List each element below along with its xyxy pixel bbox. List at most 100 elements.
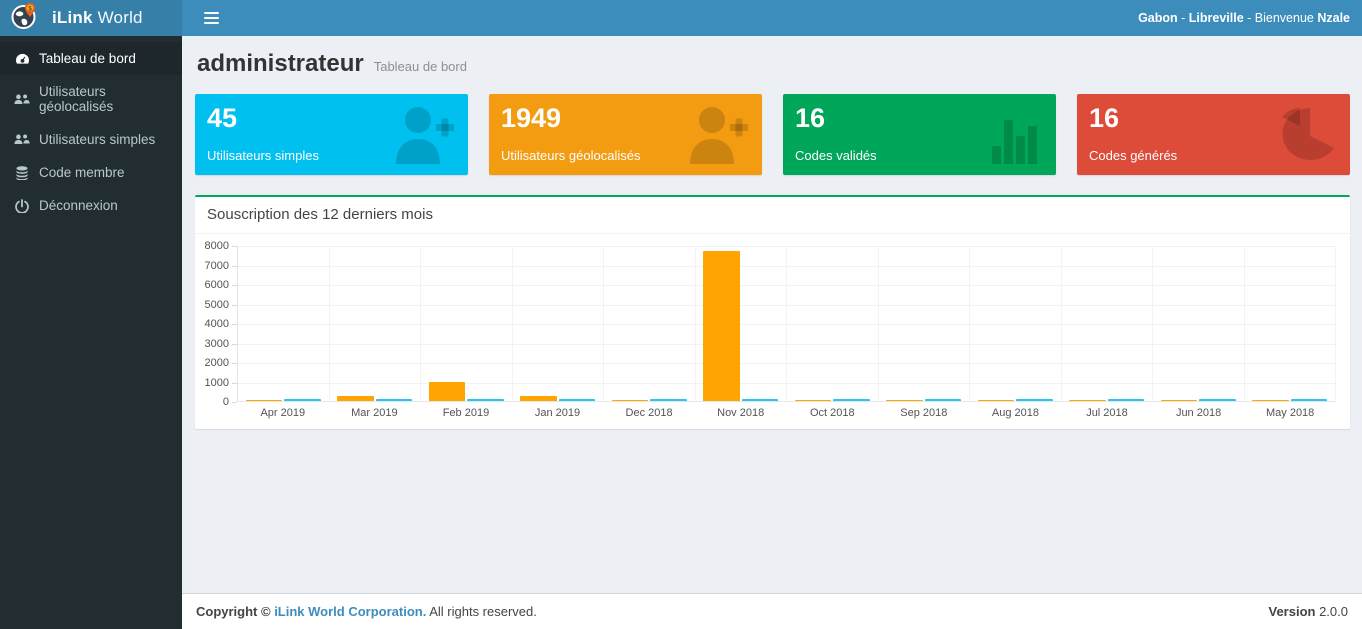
globe-pin-logo-icon: $ xyxy=(10,1,40,36)
bar-souscriptions-orange xyxy=(1252,400,1288,402)
chart-panel-header: Souscription des 12 derniers mois xyxy=(195,197,1350,234)
version-text: Version 2.0.0 xyxy=(1269,604,1349,619)
x-tick-label: Jul 2018 xyxy=(1061,407,1153,419)
x-tick-label: Jan 2019 xyxy=(512,407,604,419)
sidebar-item-label: Tableau de bord xyxy=(39,51,136,66)
users-icon xyxy=(14,133,30,146)
bar-souscriptions-blue xyxy=(1199,399,1235,401)
bar-group-aug-2018 xyxy=(970,246,1062,401)
bar-group-sep-2018 xyxy=(879,246,971,401)
chart-y-axis: 010002000300040005000600070008000 xyxy=(203,246,237,402)
bar-souscriptions-orange xyxy=(520,396,556,401)
bar-souscriptions-orange xyxy=(703,251,739,401)
pie-chart-icon xyxy=(1276,106,1338,169)
y-tick-label: 6000 xyxy=(205,279,229,291)
user-plus-icon xyxy=(384,102,456,169)
stat-card-utilisateurs-g-olocalis-s: 1949Utilisateurs géolocalisés xyxy=(489,94,762,175)
bar-chart-icon xyxy=(988,106,1044,169)
bar-souscriptions-blue xyxy=(833,399,869,401)
x-tick-label: Sep 2018 xyxy=(878,407,970,419)
sidebar-item-tableau-de-bord[interactable]: Tableau de bord xyxy=(0,42,182,75)
main-content: administrateur Tableau de bord 45Utilisa… xyxy=(182,36,1362,593)
chart-x-axis: Apr 2019Mar 2019Feb 2019Jan 2019Dec 2018… xyxy=(237,407,1336,419)
sidebar-item-d-connexion[interactable]: Déconnexion xyxy=(0,189,182,222)
copyright-text: Copyright © iLink World Corporation. All… xyxy=(196,604,537,619)
hamburger-icon xyxy=(204,12,219,14)
bar-souscriptions-blue xyxy=(376,399,412,401)
y-tick-label: 1000 xyxy=(205,377,229,389)
svg-text:$: $ xyxy=(28,5,32,12)
bar-chart: 0 1000 2000 3000 4000 5000 6000 7000 8000 Apr 20… xyxy=(195,234,1350,429)
y-tick-label: 0 xyxy=(223,396,229,408)
bar-group-oct-2018 xyxy=(787,246,879,401)
sidebar-menu: Tableau de bord Utilisateurs géolocalisés… xyxy=(0,36,182,222)
company-link[interactable]: iLink World Corporation. xyxy=(274,604,426,619)
x-tick-label: May 2018 xyxy=(1244,407,1336,419)
navbar: Gabon - Libreville - Bienvenue Nzale xyxy=(182,0,1362,36)
stat-card-utilisateurs-simples: 45Utilisateurs simples xyxy=(195,94,468,175)
top-bar: $ iLink World Gabon - Libreville - Bienv… xyxy=(0,0,1362,36)
chart-plot xyxy=(237,246,1336,402)
bar-group-jul-2018 xyxy=(1062,246,1154,401)
sidebar-item-utilisateurs-g-olocalis-s[interactable]: Utilisateurs géolocalisés xyxy=(0,75,182,123)
dashboard-icon xyxy=(14,52,30,65)
bar-group-jun-2018 xyxy=(1153,246,1245,401)
bar-group-jan-2019 xyxy=(513,246,605,401)
brand-name: iLink World xyxy=(52,8,143,28)
bar-souscriptions-orange xyxy=(886,400,922,402)
bar-souscriptions-blue xyxy=(925,399,961,401)
stat-card-codes-valid-s: 16Codes validés xyxy=(783,94,1056,175)
power-icon xyxy=(14,199,30,213)
x-tick-label: Aug 2018 xyxy=(970,407,1062,419)
bar-souscriptions-blue xyxy=(559,399,595,401)
y-tick-label: 5000 xyxy=(205,299,229,311)
y-tick-label: 3000 xyxy=(205,338,229,350)
x-tick-label: Feb 2019 xyxy=(420,407,512,419)
sidebar-item-utilisateurs-simples[interactable]: Utilisateurs simples xyxy=(0,123,182,156)
bar-group-dec-2018 xyxy=(604,246,696,401)
bar-souscriptions-blue xyxy=(467,399,503,401)
database-icon xyxy=(14,166,30,180)
bar-group-nov-2018 xyxy=(696,246,788,401)
brand-logo[interactable]: $ iLink World xyxy=(0,0,182,36)
sidebar-item-label: Déconnexion xyxy=(39,198,118,213)
chart-panel: Souscription des 12 derniers mois 0 1000 2… xyxy=(195,195,1350,429)
y-tick-label: 8000 xyxy=(205,240,229,252)
bar-souscriptions-orange xyxy=(429,382,465,402)
sidebar-item-label: Utilisateurs géolocalisés xyxy=(39,84,168,114)
x-tick-label: Oct 2018 xyxy=(786,407,878,419)
page-subtitle: Tableau de bord xyxy=(374,59,467,74)
bar-group-mar-2019 xyxy=(330,246,422,401)
x-tick-label: Dec 2018 xyxy=(603,407,695,419)
bar-souscriptions-orange xyxy=(1069,400,1105,402)
footer: Copyright © iLink World Corporation. All… xyxy=(182,593,1362,629)
y-tick-label: 4000 xyxy=(205,318,229,330)
sidebar-toggle-button[interactable] xyxy=(194,0,228,36)
bar-souscriptions-blue xyxy=(650,399,686,401)
y-tick-label: 2000 xyxy=(205,357,229,369)
bar-souscriptions-blue xyxy=(1016,399,1052,401)
bar-group-may-2018 xyxy=(1245,246,1337,401)
bar-souscriptions-orange xyxy=(795,400,831,402)
bar-souscriptions-orange xyxy=(612,400,648,402)
bar-souscriptions-blue xyxy=(1108,399,1144,401)
user-plus-icon xyxy=(678,102,750,169)
y-tick-mark xyxy=(232,402,237,403)
stat-card-codes-g-n-r-s: 16Codes générés xyxy=(1077,94,1350,175)
y-tick-label: 7000 xyxy=(205,260,229,272)
bar-group-apr-2019 xyxy=(238,246,330,401)
sidebar-item-code-membre[interactable]: Code membre xyxy=(0,156,182,189)
bar-souscriptions-orange xyxy=(1161,400,1197,402)
users-icon xyxy=(14,93,30,106)
bar-souscriptions-blue xyxy=(1291,399,1327,401)
bar-souscriptions-orange xyxy=(337,396,373,401)
bar-group-feb-2019 xyxy=(421,246,513,401)
sidebar: Tableau de bord Utilisateurs géolocalisés… xyxy=(0,36,182,629)
x-tick-label: Jun 2018 xyxy=(1153,407,1245,419)
x-tick-label: Nov 2018 xyxy=(695,407,787,419)
bar-souscriptions-blue xyxy=(742,399,778,401)
page-title: administrateur xyxy=(197,50,364,78)
content-header: administrateur Tableau de bord xyxy=(197,50,1348,78)
bar-souscriptions-orange xyxy=(246,400,282,402)
stat-cards-row: 45Utilisateurs simples 1949Utilisateurs g… xyxy=(195,94,1350,175)
